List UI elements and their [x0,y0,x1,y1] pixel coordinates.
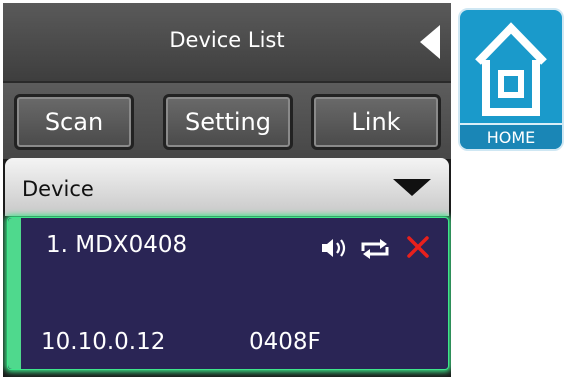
device-section-label: Device [22,177,94,201]
home-label-strip: HOME [460,123,562,149]
link-button[interactable]: Link [311,94,441,150]
dropdown-triangle-icon[interactable] [393,179,431,196]
setting-button[interactable]: Setting [163,94,293,150]
scan-button[interactable]: Scan [14,94,134,150]
device-code: 0408F [249,329,321,355]
page-title: Device List [169,28,285,52]
house-icon [475,22,547,116]
close-icon[interactable] [406,235,430,259]
device-ip: 10.10.0.12 [41,329,166,355]
back-triangle-icon[interactable] [420,25,440,59]
device-section-header[interactable]: Device [5,158,449,216]
toolbar: Scan Setting Link [3,83,451,159]
title-bar: Device List [3,3,451,83]
device-card[interactable]: 1. MDX0408 10.10.0.12 0408F [7,217,449,370]
home-button[interactable]: HOME [458,8,564,151]
home-label: HOME [486,128,536,147]
device-list-panel: Device List Scan Setting Link Device 1. … [3,3,451,377]
repeat-icon[interactable] [358,237,392,261]
device-name: 1. MDX0408 [46,232,188,258]
card-accent-bar [8,218,21,369]
speaker-icon[interactable] [320,236,350,260]
